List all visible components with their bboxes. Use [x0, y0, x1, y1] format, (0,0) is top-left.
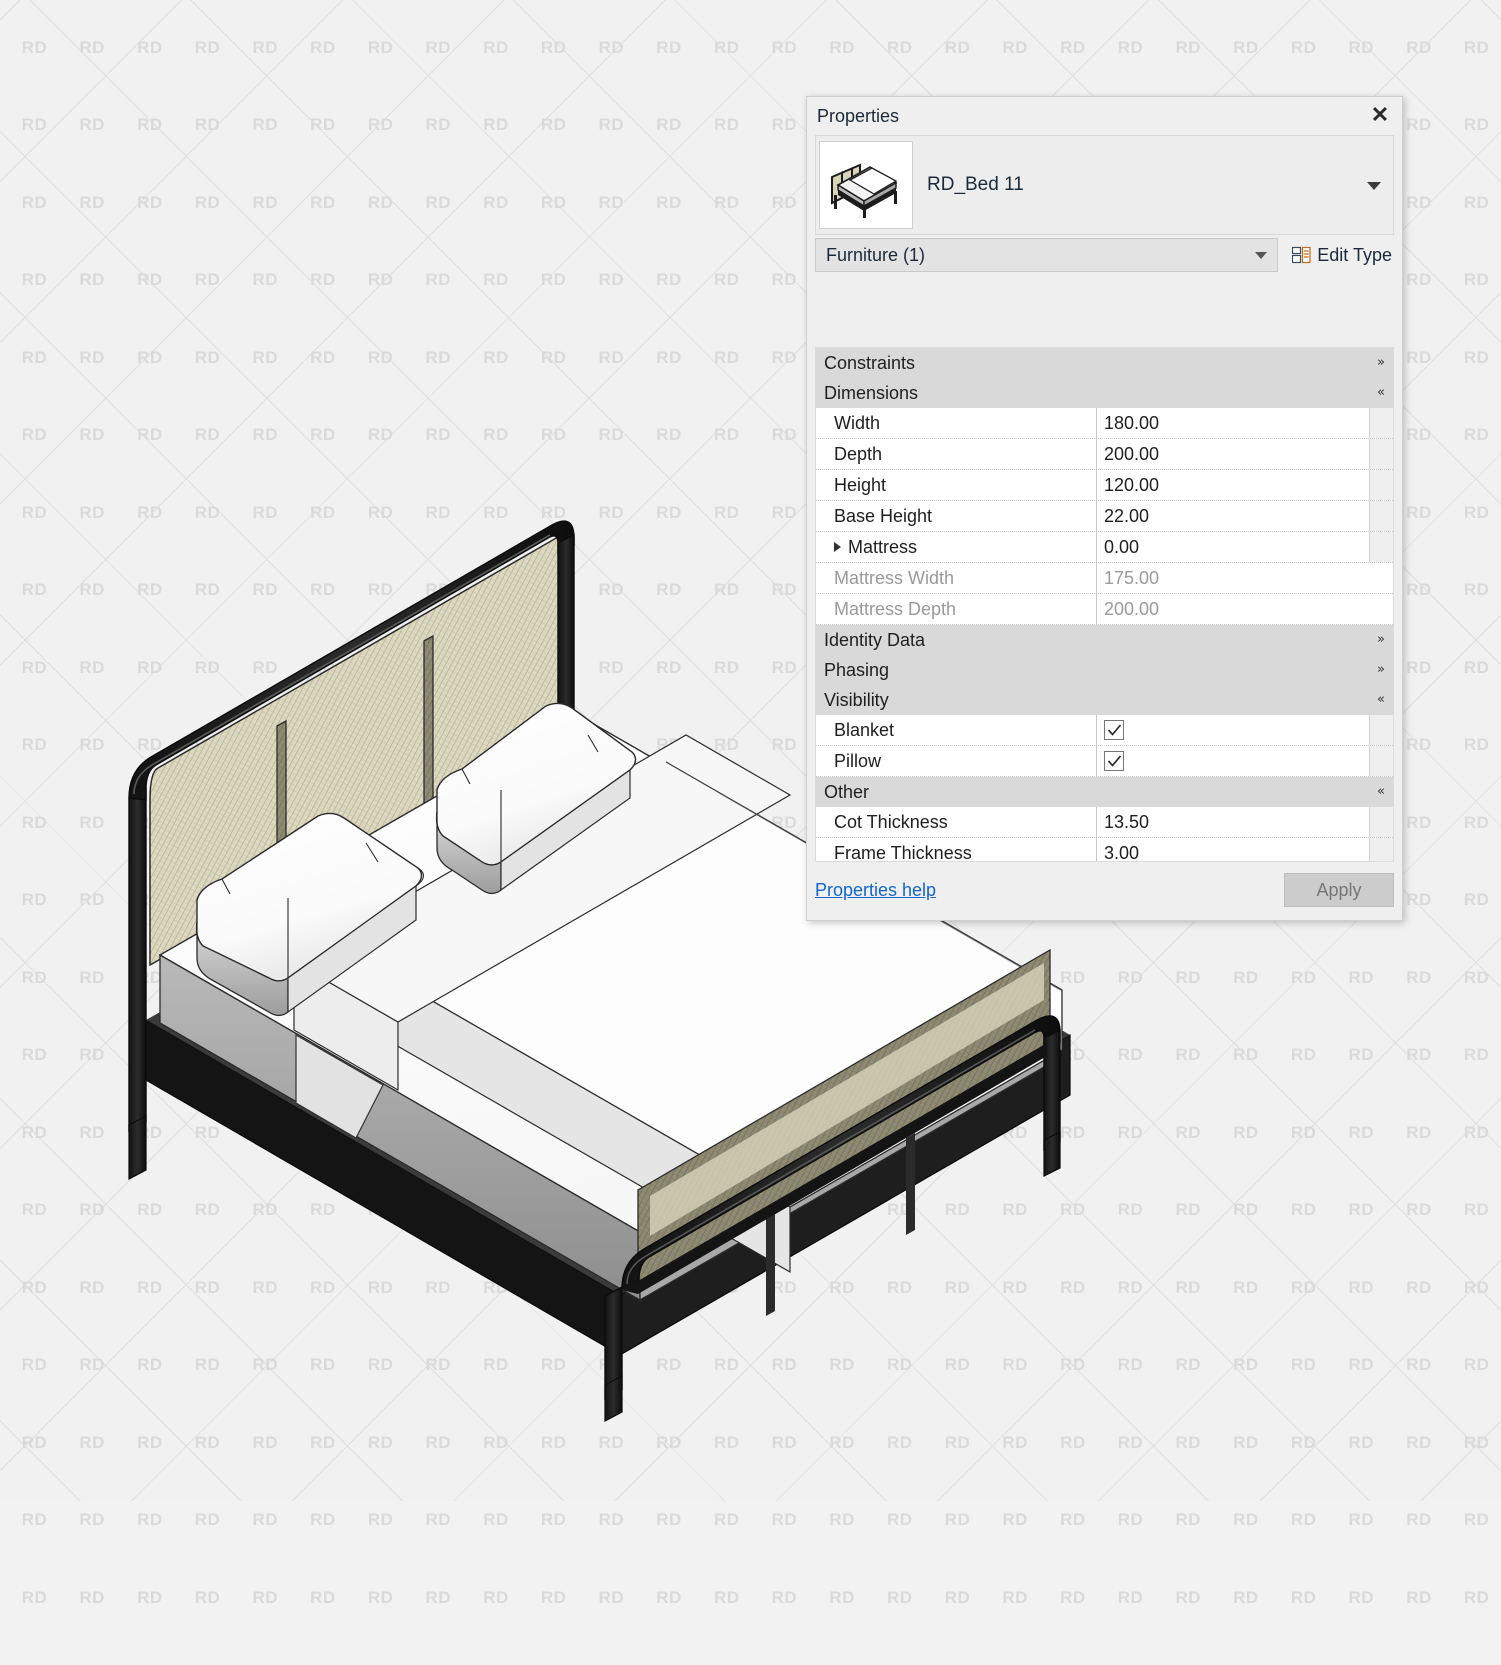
property-row-height[interactable]: Height 120.00 [816, 470, 1393, 501]
chevron-down-icon[interactable] [1367, 182, 1381, 190]
category-row: Furniture (1) Edit Type [815, 238, 1394, 272]
property-row-mattress[interactable]: Mattress 0.00 [816, 532, 1393, 563]
property-label-pillow: Pillow [816, 746, 1097, 776]
apply-button[interactable]: Apply [1284, 873, 1394, 907]
property-label-mattress-width: Mattress Width [816, 563, 1097, 593]
property-group-label: Dimensions [824, 382, 919, 403]
property-label-blanket: Blanket [816, 715, 1097, 745]
property-row-base-height[interactable]: Base Height 22.00 [816, 501, 1393, 532]
property-value-mattress-width[interactable]: 175.00 [1097, 563, 1369, 593]
property-group-label: Phasing [824, 659, 890, 680]
property-value-frame-thickness[interactable]: 3.00 [1097, 838, 1369, 862]
properties-palette[interactable]: Properties ✕ RD_Bed 11 Furniture (1) Edi… [806, 96, 1403, 921]
type-preview-thumbnail [819, 141, 913, 229]
checkbox-blanket[interactable] [1104, 720, 1124, 740]
associate-parameter-button-width[interactable] [1369, 408, 1393, 438]
property-label-frame-thickness: Frame Thickness [816, 838, 1097, 861]
property-group-identity-data[interactable]: Identity Data » [816, 625, 1393, 655]
property-group-label: Visibility [824, 689, 889, 710]
chevron-down-icon [1255, 252, 1268, 259]
associate-parameter-button-cot-thickness[interactable] [1369, 807, 1393, 837]
page-title: Properties [817, 105, 900, 126]
property-row-pillow[interactable]: Pillow [816, 746, 1393, 777]
property-label-depth: Depth [816, 439, 1097, 469]
chevron-double-up-icon[interactable]: « [1377, 785, 1385, 799]
property-row-mattress-width[interactable]: Mattress Width 175.00 [816, 563, 1393, 594]
associate-parameter-button-pillow[interactable] [1369, 746, 1393, 776]
property-row-depth[interactable]: Depth 200.00 [816, 439, 1393, 470]
associate-parameter-button-mattress-depth [1369, 594, 1393, 624]
property-value-mattress[interactable]: 0.00 [1097, 532, 1369, 562]
bed-thumbnail-icon [831, 163, 898, 218]
edit-type-icon [1292, 246, 1311, 264]
associate-parameter-button-height[interactable] [1369, 470, 1393, 500]
property-row-frame-thickness[interactable]: Frame Thickness 3.00 [816, 838, 1393, 862]
property-value-mattress-depth[interactable]: 200.00 [1097, 594, 1369, 624]
edit-type-button[interactable]: Edit Type [1286, 238, 1394, 272]
property-list[interactable]: Constraints» Dimensions «Width 180.00 Depth 2… [815, 347, 1394, 862]
property-group-constraints[interactable]: Constraints » [816, 348, 1393, 378]
chevron-double-down-icon[interactable]: » [1377, 663, 1385, 677]
chevron-double-up-icon[interactable]: « [1377, 693, 1385, 707]
property-row-mattress-depth[interactable]: Mattress Depth 200.00 [816, 594, 1393, 625]
property-group-label: Other [824, 781, 870, 802]
property-value-blanket [1097, 715, 1369, 745]
property-label-mattress-depth: Mattress Depth [816, 594, 1097, 624]
property-row-cot-thickness[interactable]: Cot Thickness 13.50 [816, 807, 1393, 838]
property-value-height[interactable]: 120.00 [1097, 470, 1369, 500]
property-value-depth[interactable]: 200.00 [1097, 439, 1369, 469]
category-select-value: Furniture (1) [826, 244, 926, 265]
property-group-visibility[interactable]: Visibility « [816, 685, 1393, 715]
close-icon[interactable]: ✕ [1366, 101, 1394, 129]
chevron-double-down-icon[interactable]: » [1377, 633, 1385, 647]
associate-parameter-button-depth[interactable] [1369, 439, 1393, 469]
property-group-other[interactable]: Other « [816, 777, 1393, 807]
category-select[interactable]: Furniture (1) [815, 238, 1279, 272]
property-value-base-height[interactable]: 22.00 [1097, 501, 1369, 531]
property-group-label: Identity Data [824, 629, 926, 650]
associate-parameter-button-blanket[interactable] [1369, 715, 1393, 745]
selected-type-name: RD_Bed 11 [927, 174, 1024, 195]
property-group-dimensions[interactable]: Dimensions « [816, 378, 1393, 408]
properties-help-link[interactable]: Properties help [815, 880, 936, 901]
chevron-double-down-icon[interactable]: » [1377, 356, 1385, 370]
property-value-pillow [1097, 746, 1369, 776]
property-label-width: Width [816, 408, 1097, 438]
edit-type-label: Edit Type [1317, 244, 1392, 265]
property-label-base-height: Base Height [816, 501, 1097, 531]
property-label-height: Height [816, 470, 1097, 500]
property-row-width[interactable]: Width 180.00 [816, 408, 1393, 439]
associate-parameter-button-base-height[interactable] [1369, 501, 1393, 531]
properties-titlebar: Properties ✕ [807, 97, 1402, 135]
property-value-width[interactable]: 180.00 [1097, 408, 1369, 438]
property-group-phasing[interactable]: Phasing » [816, 655, 1393, 685]
property-label-mattress: Mattress [816, 532, 1097, 562]
property-group-label: Constraints [824, 352, 916, 373]
associate-parameter-button-mattress[interactable] [1369, 532, 1393, 562]
property-value-cot-thickness[interactable]: 13.50 [1097, 807, 1369, 837]
chevron-double-up-icon[interactable]: « [1377, 386, 1385, 400]
associate-parameter-button-frame-thickness[interactable] [1369, 838, 1393, 861]
type-selector[interactable]: RD_Bed 11 [815, 135, 1394, 235]
associate-parameter-button-mattress-width [1369, 563, 1393, 593]
property-label-cot-thickness: Cot Thickness [816, 807, 1097, 837]
expand-arrow-icon[interactable] [834, 542, 841, 552]
property-row-blanket[interactable]: Blanket [816, 715, 1393, 746]
checkbox-pillow[interactable] [1104, 751, 1124, 771]
properties-footer: Properties help Apply [815, 868, 1394, 912]
